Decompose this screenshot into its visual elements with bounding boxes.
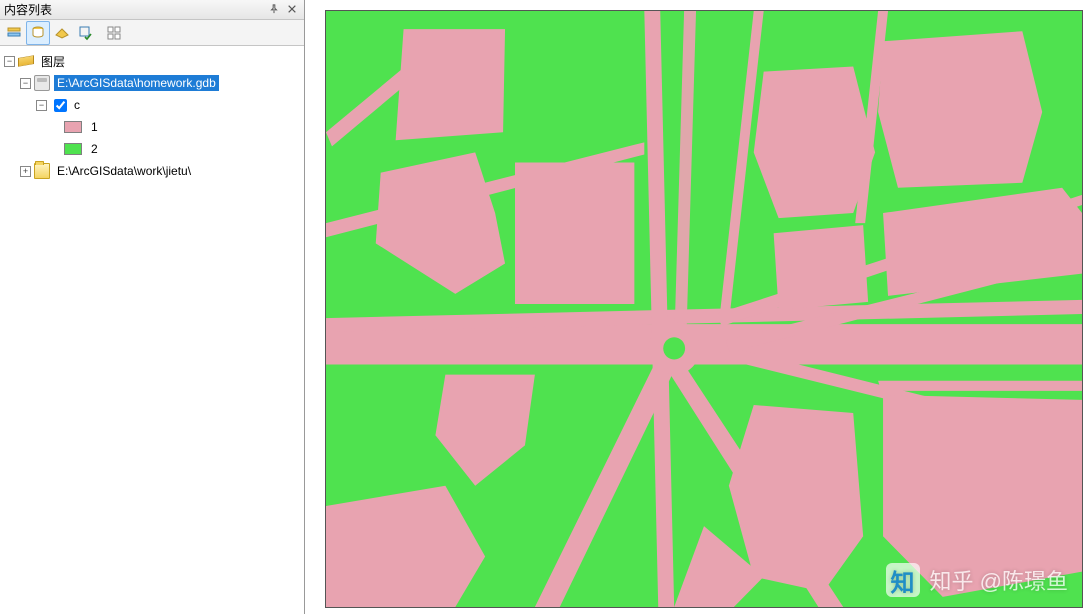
folder-icon [34, 163, 50, 179]
tree-root-label: 图层 [38, 52, 68, 71]
toc-toolbar [0, 20, 304, 46]
tree-item-label: E:\ArcGISdata\homework.gdb [54, 75, 219, 91]
tree-symbol-row[interactable]: 1 [2, 116, 302, 138]
tree-item-gdb[interactable]: − E:\ArcGISdata\homework.gdb [2, 72, 302, 94]
tree-item-folder[interactable]: + E:\ArcGISdata\work\jietu\ [2, 160, 302, 182]
expand-toggle[interactable]: + [20, 166, 31, 177]
list-by-source-button[interactable] [26, 21, 50, 45]
expand-toggle[interactable]: − [4, 56, 15, 67]
close-button[interactable] [284, 2, 300, 18]
tree-symbol-row[interactable]: 2 [2, 138, 302, 160]
symbol-swatch [64, 121, 82, 133]
tree-item-label: c [71, 97, 83, 113]
list-by-drawing-order-button[interactable] [2, 21, 26, 45]
symbol-label: 1 [88, 119, 101, 135]
expand-toggle[interactable]: − [20, 78, 31, 89]
layer-visibility-checkbox[interactable] [54, 99, 67, 112]
list-drawing-icon [6, 25, 22, 41]
map-canvas [326, 11, 1082, 607]
list-selection-icon [78, 25, 94, 41]
layers-icon [18, 55, 34, 67]
tree-item-label: E:\ArcGISdata\work\jietu\ [54, 163, 194, 179]
tree-root[interactable]: − 图层 [2, 50, 302, 72]
options-icon [106, 25, 122, 41]
layer-tree[interactable]: − 图层 − E:\ArcGISdata\homework.gdb − c [0, 46, 304, 614]
toc-title: 内容列表 [4, 0, 264, 20]
options-button[interactable] [102, 21, 126, 45]
close-icon [287, 0, 297, 20]
map-wrapper: 知 知乎 @陈璟鱼 [305, 0, 1089, 614]
expand-toggle[interactable]: − [36, 100, 47, 111]
tree-item-layer[interactable]: − c [2, 94, 302, 116]
roundabout-center [663, 337, 685, 359]
list-by-visibility-button[interactable] [50, 21, 74, 45]
map-view[interactable]: 知 知乎 @陈璟鱼 [325, 10, 1083, 608]
symbol-swatch [64, 143, 82, 155]
symbol-label: 2 [88, 141, 101, 157]
list-source-icon [30, 25, 46, 41]
toc-header: 内容列表 [0, 0, 304, 20]
toc-panel: 内容列表 [0, 0, 305, 614]
list-by-selection-button[interactable] [74, 21, 98, 45]
pin-button[interactable] [266, 2, 282, 18]
list-visibility-icon [54, 25, 70, 41]
pin-icon [269, 0, 279, 20]
geodatabase-icon [34, 75, 50, 91]
